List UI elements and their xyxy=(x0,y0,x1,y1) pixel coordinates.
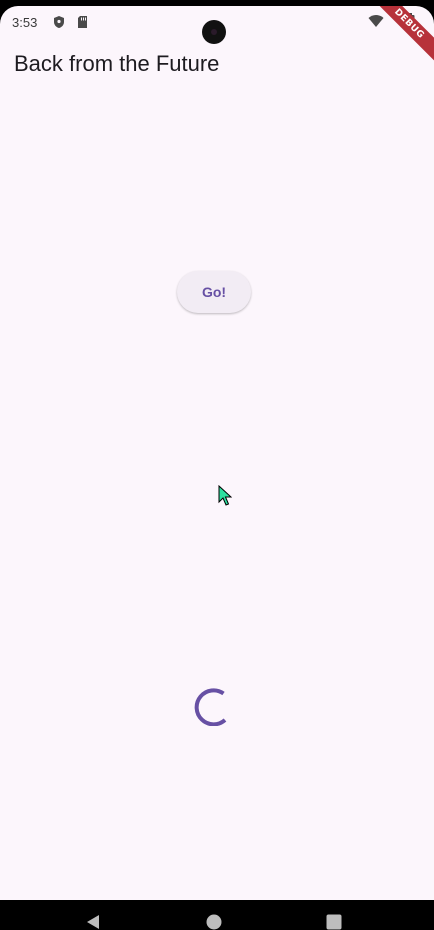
home-icon[interactable] xyxy=(206,914,222,930)
loading-spinner xyxy=(192,686,232,727)
wifi-icon xyxy=(368,14,384,33)
shield-icon xyxy=(52,15,66,34)
recents-icon[interactable] xyxy=(326,914,342,930)
go-button[interactable]: Go! xyxy=(177,271,251,313)
app-screen: 3:53 DEBUG Back from the Future Go! xyxy=(0,6,434,900)
mouse-cursor-icon xyxy=(218,484,233,507)
status-time: 3:53 xyxy=(12,15,38,30)
back-icon[interactable] xyxy=(86,914,100,930)
status-bar: 3:53 DEBUG xyxy=(0,6,434,69)
camera-cutout xyxy=(202,20,226,44)
sd-card-icon xyxy=(76,15,89,34)
device-frame: 3:53 DEBUG Back from the Future Go! xyxy=(0,0,434,930)
system-navigation-bar xyxy=(0,900,434,930)
page-title: Back from the Future xyxy=(14,51,220,76)
